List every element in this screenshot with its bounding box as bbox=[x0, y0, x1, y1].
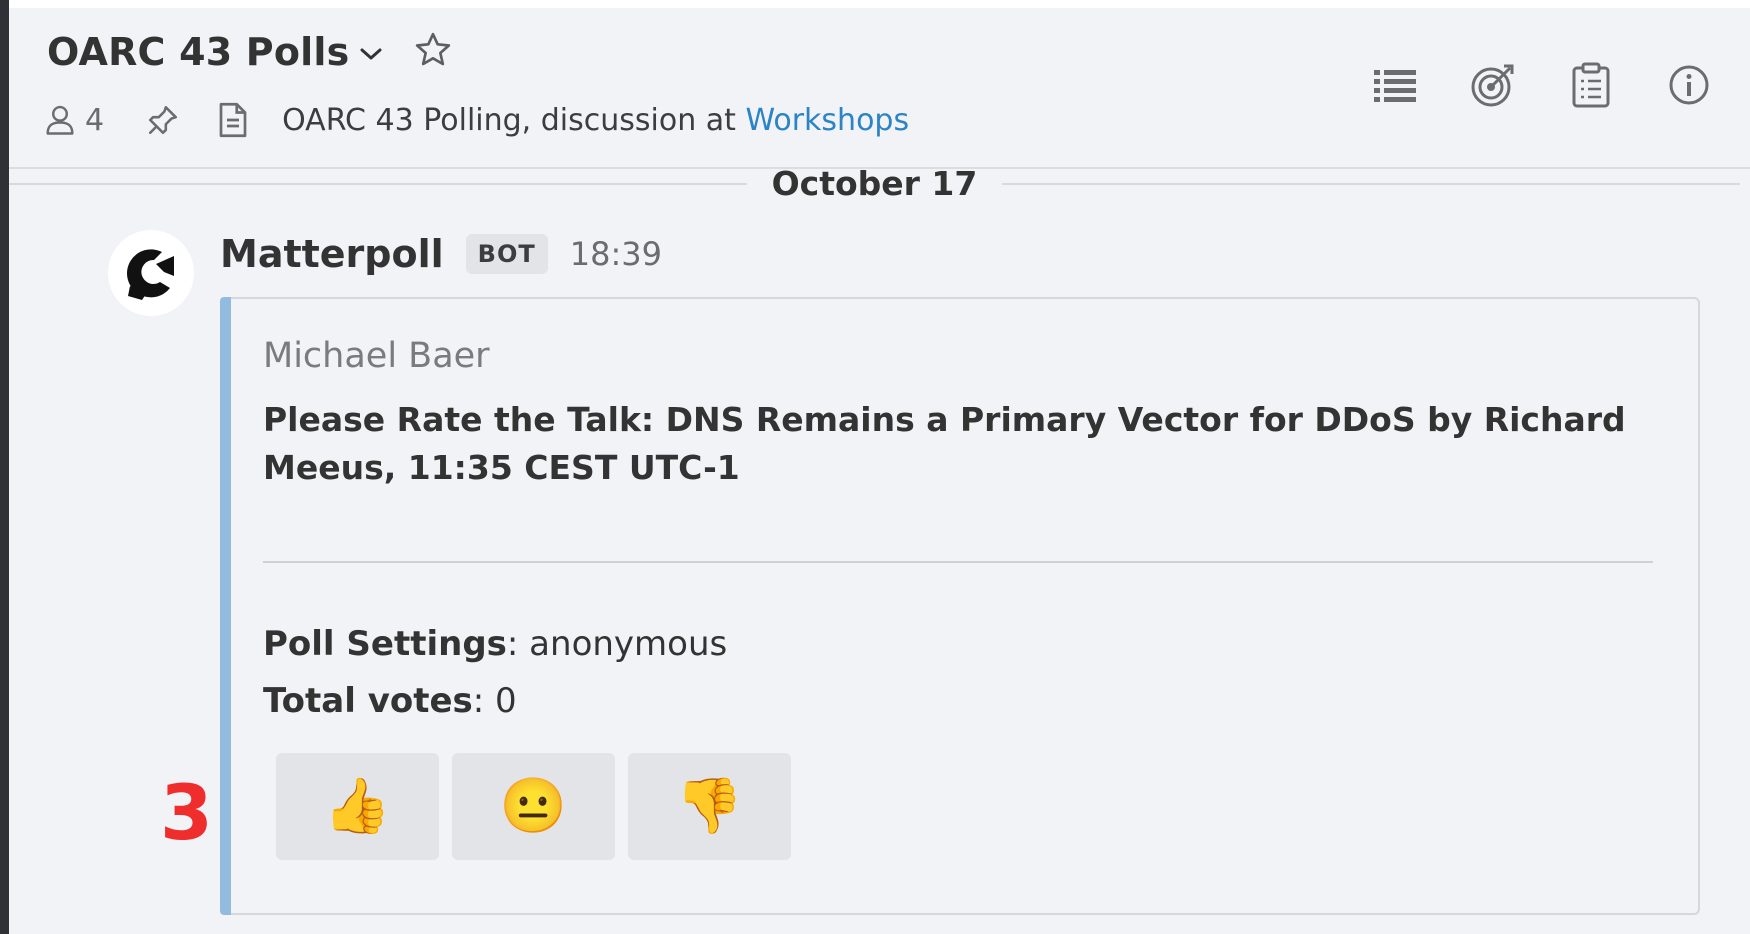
attachment-author: Michael Baer bbox=[263, 336, 490, 376]
poll-settings-value: : anonymous bbox=[506, 624, 728, 664]
channel-title-row[interactable]: OARC 43 Polls bbox=[47, 30, 453, 74]
attachment-separator bbox=[263, 561, 1653, 563]
username[interactable]: Matterpoll bbox=[220, 232, 444, 276]
poll-settings-field: Poll Settings: anonymous bbox=[263, 624, 727, 664]
total-votes-value: : 0 bbox=[472, 681, 517, 721]
total-votes-field: Total votes: 0 bbox=[263, 681, 517, 721]
total-votes-label: Total votes bbox=[263, 681, 473, 721]
info-icon[interactable] bbox=[1666, 62, 1712, 108]
clipboard-icon[interactable] bbox=[1568, 62, 1614, 108]
left-sidebar-edge bbox=[0, 0, 9, 934]
avatar[interactable] bbox=[108, 230, 194, 316]
file-icon[interactable] bbox=[218, 102, 248, 138]
header-icons bbox=[1320, 62, 1712, 108]
workshops-link[interactable]: Workshops bbox=[745, 103, 909, 138]
pin-icon[interactable] bbox=[146, 103, 180, 137]
neutral-face-vote-button[interactable]: 😐 bbox=[452, 753, 615, 860]
channel-title[interactable]: OARC 43 Polls bbox=[47, 30, 349, 74]
bot-badge: BOT bbox=[465, 234, 548, 274]
star-icon[interactable] bbox=[413, 30, 453, 74]
date-separator: October 17 bbox=[771, 164, 978, 203]
channel-purpose-text: OARC 43 Polling, discussion at bbox=[282, 102, 746, 138]
vote-buttons: 👍 😐 👎 bbox=[276, 753, 804, 860]
member-icon[interactable] bbox=[45, 104, 75, 136]
channel-meta-row: 4 OARC 43 Polling, discussion at Worksho… bbox=[45, 100, 909, 140]
target-icon[interactable] bbox=[1470, 62, 1516, 108]
channel-header: OARC 43 Polls 4 OARC 43 Polling, discuss… bbox=[9, 8, 1750, 168]
matterpoll-logo-icon bbox=[127, 249, 174, 300]
top-edge bbox=[9, 0, 1750, 8]
timestamp[interactable]: 18:39 bbox=[570, 235, 662, 273]
chevron-down-icon[interactable] bbox=[359, 46, 383, 66]
date-separator-line bbox=[1002, 183, 1740, 185]
poll-title: Please Rate the Talk: DNS Remains a Prim… bbox=[263, 400, 1626, 487]
message-header: Matterpoll BOT 18:39 bbox=[220, 232, 662, 276]
channel-purpose: OARC 43 Polling, discussion at Workshops bbox=[282, 103, 909, 138]
poll-settings-label: Poll Settings bbox=[263, 624, 507, 664]
attachment-accent-bar bbox=[220, 297, 231, 915]
member-count[interactable]: 4 bbox=[85, 103, 104, 138]
annotation-number: 3 bbox=[160, 768, 213, 857]
thumbs-down-vote-button[interactable]: 👎 bbox=[628, 753, 791, 860]
date-separator-line bbox=[9, 183, 747, 185]
list-icon[interactable] bbox=[1372, 62, 1418, 108]
thumbs-up-vote-button[interactable]: 👍 bbox=[276, 753, 439, 860]
